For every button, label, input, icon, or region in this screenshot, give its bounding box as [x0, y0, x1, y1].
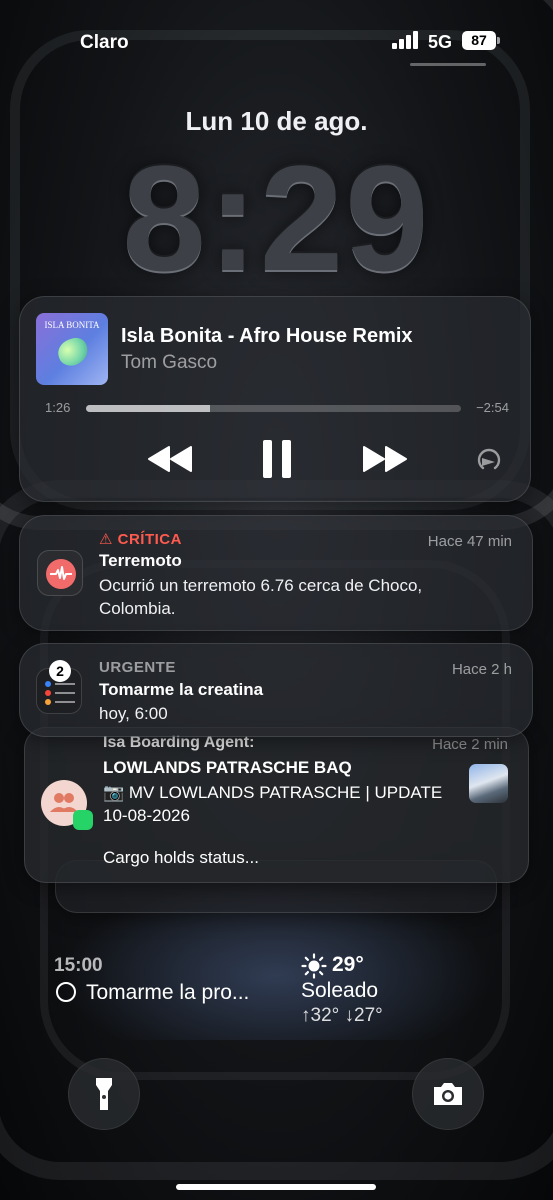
cellular-signal-icon: [392, 31, 422, 49]
pause-icon: [263, 440, 291, 478]
rewind-button[interactable]: [145, 439, 195, 479]
elapsed-time: 1:26: [45, 400, 71, 415]
fast-forward-icon: [363, 446, 407, 472]
warning-icon: ⚠︎: [99, 531, 113, 548]
notification-whatsapp[interactable]: Isa Boarding Agent: Hace 2 min LOWLANDS …: [24, 727, 529, 883]
now-playing-widget[interactable]: ISLA BONITA Isla Bonita - Afro House Rem…: [19, 296, 531, 502]
network-type: 5G: [428, 32, 453, 52]
remaining-time: −2:54: [476, 400, 509, 415]
notification-count-badge: 2: [49, 660, 71, 682]
notification-body: hoy, 6:00: [99, 704, 168, 723]
seismograph-icon: [50, 566, 72, 580]
airplay-icon: [477, 448, 501, 470]
track-artist: Tom Gasco: [121, 352, 218, 373]
flashlight-button[interactable]: [68, 1058, 140, 1130]
track-title: Isla Bonita - Afro House Remix: [121, 325, 413, 347]
weather-temperature: 29°: [332, 953, 364, 976]
notification-time: Hace 47 min: [427, 533, 512, 550]
battery-icon: 87: [462, 31, 496, 50]
notification-time: Hace 2 min: [432, 736, 508, 753]
fast-forward-button[interactable]: [360, 439, 410, 479]
flashlight-icon: [96, 1078, 112, 1110]
reminder-widget-time: 15:00: [54, 955, 103, 976]
notification-body: Ocurrió un terremoto 6.76 cerca de Choco…: [99, 576, 423, 618]
sun-icon: [301, 953, 327, 979]
notification-earthquake[interactable]: ⚠︎ CRÍTICA Hace 47 min Terremoto Ocurrió…: [19, 515, 533, 631]
notification-title: Terremoto: [99, 551, 182, 570]
airplay-button[interactable]: [476, 447, 502, 473]
notification-reminders[interactable]: URGENTE Hace 2 h Tomarme la creatina hoy…: [19, 643, 533, 737]
control-center-indicator[interactable]: [410, 63, 486, 66]
album-art: ISLA BONITA: [36, 313, 108, 385]
attachment-thumbnail: [469, 764, 508, 803]
urgent-label: URGENTE: [99, 659, 176, 676]
weather-condition: Soleado: [301, 979, 379, 1002]
lock-clock: 8:29: [122, 134, 431, 302]
camera-button[interactable]: [412, 1058, 484, 1130]
camera-icon: [434, 1083, 462, 1105]
reminder-widget-task[interactable]: Tomarme la pro...: [86, 981, 249, 1005]
status-bar: Claro 5G 87: [0, 0, 553, 80]
notification-time: Hace 2 h: [451, 661, 512, 678]
rewind-icon: [148, 446, 192, 472]
notification-title: LOWLANDS PATRASCHE BAQ: [103, 758, 352, 777]
reminder-checkbox[interactable]: [56, 982, 76, 1002]
pause-button[interactable]: [257, 439, 297, 479]
critical-label: ⚠︎ CRÍTICA: [99, 531, 182, 548]
home-indicator[interactable]: [176, 1184, 376, 1190]
weather-range: ↑32° ↓27°: [301, 1005, 383, 1026]
playback-scrubber[interactable]: [86, 405, 461, 412]
earthquake-app-icon: [37, 550, 83, 596]
notification-title: Tomarme la creatina: [99, 680, 264, 699]
whatsapp-icon: [73, 810, 93, 830]
notification-preview: Cargo holds status...: [103, 848, 259, 867]
notification-body: 📷 MV LOWLANDS PATRASCHE | UPDATE 10-08-2…: [103, 783, 443, 825]
carrier-label: Claro: [80, 32, 129, 53]
